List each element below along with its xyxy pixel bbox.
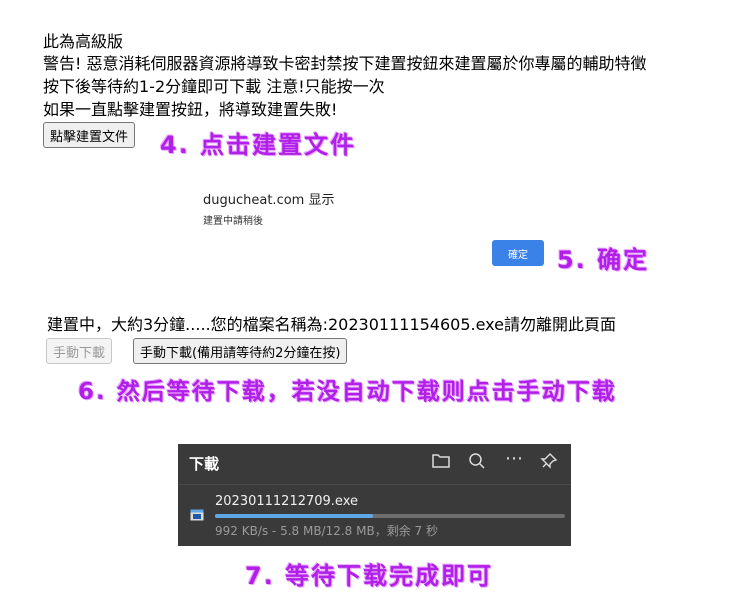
file-icon xyxy=(190,506,204,525)
download-divider xyxy=(178,484,571,485)
dialog-title: dugucheat.com 显示 xyxy=(203,193,335,208)
dialog-ok-button[interactable]: 確定 xyxy=(492,240,544,266)
download-progress-track xyxy=(215,514,565,518)
manual-download-button[interactable]: 手動下載 xyxy=(46,338,113,364)
more-options-icon[interactable]: ⋯ xyxy=(505,448,523,469)
build-file-button[interactable]: 點擊建置文件 xyxy=(43,122,136,148)
step7-annotation: 7. 等待下载完成即可 xyxy=(245,562,494,590)
build-status-text: 建置中，大約3分鐘.....您的檔案名稱為:20230111154605.exe… xyxy=(47,315,616,334)
warning-line-1: 此為高級版 xyxy=(43,32,124,51)
warning-line-3: 按下後等待約1-2分鐘即可下載 注意!只能按一次 xyxy=(43,77,385,96)
download-progress-text: 992 KB/s - 5.8 MB/12.8 MB，剩余 7 秒 xyxy=(215,524,438,538)
warning-line-2: 警告! 惡意消耗伺服器資源將導致卡密封禁按下建置按鈕來建置屬於你專屬的輔助特徵 xyxy=(43,54,647,73)
pin-icon[interactable] xyxy=(540,452,558,474)
dialog-message: 建置中請稍後 xyxy=(203,216,263,227)
folder-icon[interactable] xyxy=(431,452,451,474)
download-panel-title: 下載 xyxy=(189,455,220,473)
download-panel: 下載 ⋯ 20230111212709.exe 992 KB/s - 5.8 M… xyxy=(178,444,571,546)
step5-annotation: 5. 确定 xyxy=(557,246,650,274)
search-icon[interactable] xyxy=(468,452,486,474)
step4-annotation: 4. 点击建置文件 xyxy=(160,131,357,159)
download-progress-fill xyxy=(215,514,373,518)
manual-download-backup-button[interactable]: 手動下載(備用請等待約2分鐘在按) xyxy=(133,338,348,364)
warning-line-4: 如果一直點擊建置按鈕，將導致建置失敗! xyxy=(43,100,338,119)
download-filename[interactable]: 20230111212709.exe xyxy=(215,494,358,509)
step6-annotation: 6. 然后等待下载，若没自动下载则点击手动下载 xyxy=(78,379,617,405)
